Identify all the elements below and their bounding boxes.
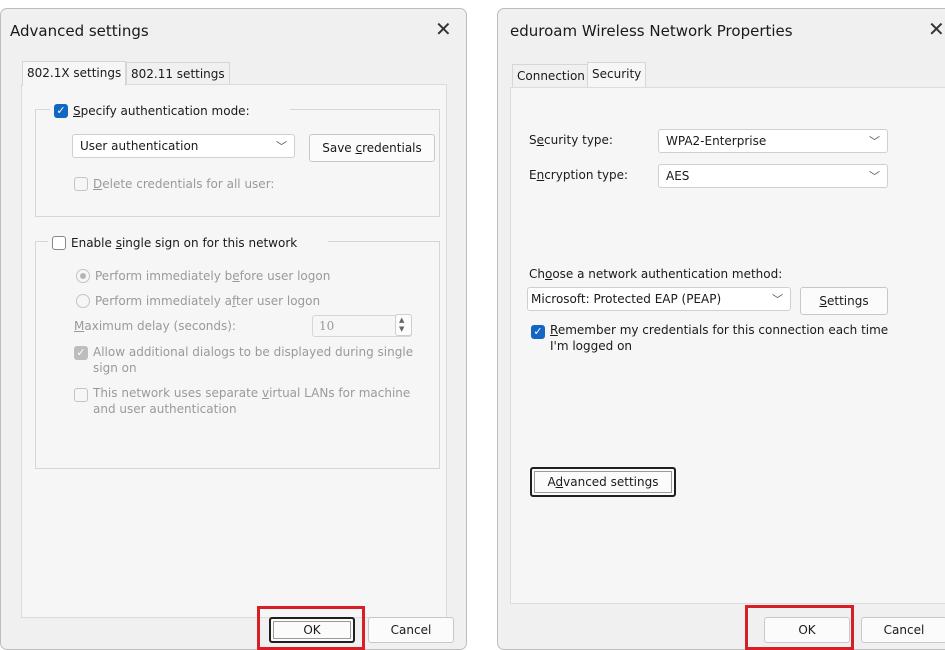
chevron-down-icon: ﹀ (869, 170, 880, 183)
tab-connection[interactable]: Connection (512, 64, 590, 87)
encryption-type-select[interactable]: AES ﹀ (658, 164, 888, 188)
cancel-button[interactable]: Cancel (368, 617, 454, 643)
chevron-down-icon: ﹀ (772, 293, 783, 306)
dialog-title: eduroam Wireless Network Properties (510, 22, 793, 40)
enable-sso-label: Enable single sign on for this network (71, 236, 298, 250)
close-icon[interactable]: ✕ (928, 17, 945, 41)
separate-vlans-label: This network uses separate virtual LANs … (93, 386, 411, 416)
close-icon[interactable]: ✕ (435, 17, 452, 41)
chevron-down-icon: ﹀ (869, 135, 880, 148)
spin-buttons[interactable]: ▲ ▼ (395, 314, 412, 336)
security-type-value: WPA2-Enterprise (666, 134, 767, 148)
settings-button[interactable]: Settings (800, 287, 888, 315)
allow-dialogs-checkbox[interactable]: ✓ (74, 346, 88, 360)
auth-method-value: Microsoft: Protected EAP (PEAP) (531, 292, 722, 306)
max-delay-label: Maximum delay (seconds): (74, 319, 237, 333)
spin-down-icon[interactable]: ▼ (399, 325, 404, 333)
chevron-down-icon: ﹀ (276, 140, 287, 153)
allow-dialogs-label: Allow additional dialogs to be displayed… (93, 345, 414, 375)
security-type-select[interactable]: WPA2-Enterprise ﹀ (658, 129, 888, 153)
network-properties-dialog: eduroam Wireless Network Properties ✕ Co… (497, 8, 945, 650)
tab-panel: Security type: WPA2-Enterprise ﹀ Encrypt… (510, 87, 945, 604)
before-logon-label: Perform immediately before user logon (95, 269, 331, 283)
authentication-mode-value: User authentication (80, 139, 199, 153)
auth-method-label: Choose a network authentication method: (529, 267, 783, 281)
title-bar: Advanced settings ✕ (1, 9, 466, 53)
cancel-button[interactable]: Cancel (861, 617, 945, 643)
auth-method-select[interactable]: Microsoft: Protected EAP (PEAP) ﹀ (527, 287, 791, 311)
tab-panel: ✓ Specify authentication mode: User auth… (21, 84, 447, 618)
security-type-label: Security type: (529, 133, 613, 147)
enable-sso-checkbox[interactable] (52, 236, 66, 250)
spin-up-icon[interactable]: ▲ (399, 316, 404, 324)
ok-highlight-box (745, 605, 854, 650)
specify-authentication-label: Specify authentication mode: (73, 104, 250, 118)
delete-credentials-checkbox[interactable] (74, 177, 88, 191)
remember-credentials-checkbox[interactable]: ✓ (531, 325, 545, 339)
remember-credentials-label: Remember my credentials for this connect… (550, 323, 889, 353)
title-bar: eduroam Wireless Network Properties ✕ (498, 9, 945, 53)
after-logon-label: Perform immediately after user logon (95, 294, 321, 308)
radio-before-logon[interactable] (76, 269, 90, 283)
max-delay-value: 10 (319, 319, 335, 333)
encryption-type-value: AES (666, 169, 690, 183)
ok-highlight-box (257, 606, 365, 650)
delete-credentials-label: Delete credentials for all user: (93, 177, 275, 191)
tab-security[interactable]: Security (587, 62, 647, 87)
radio-after-logon[interactable] (76, 294, 90, 308)
save-credentials-button[interactable]: Save credentials (309, 134, 435, 162)
dialog-title: Advanced settings (10, 22, 149, 40)
advanced-settings-dialog: Advanced settings ✕ 802.1X settings 802.… (0, 8, 467, 650)
encryption-type-label: Encryption type: (529, 168, 629, 182)
specify-authentication-checkbox[interactable]: ✓ (54, 104, 68, 118)
authentication-mode-select[interactable]: User authentication ﹀ (72, 134, 295, 158)
advanced-settings-button[interactable]: Advanced settings (530, 467, 676, 497)
tab-802-1x-settings[interactable]: 802.1X settings (22, 61, 127, 86)
tab-802-11-settings[interactable]: 802.11 settings (126, 62, 230, 85)
authentication-mode-group (35, 109, 440, 217)
separate-vlans-checkbox[interactable] (74, 388, 88, 402)
